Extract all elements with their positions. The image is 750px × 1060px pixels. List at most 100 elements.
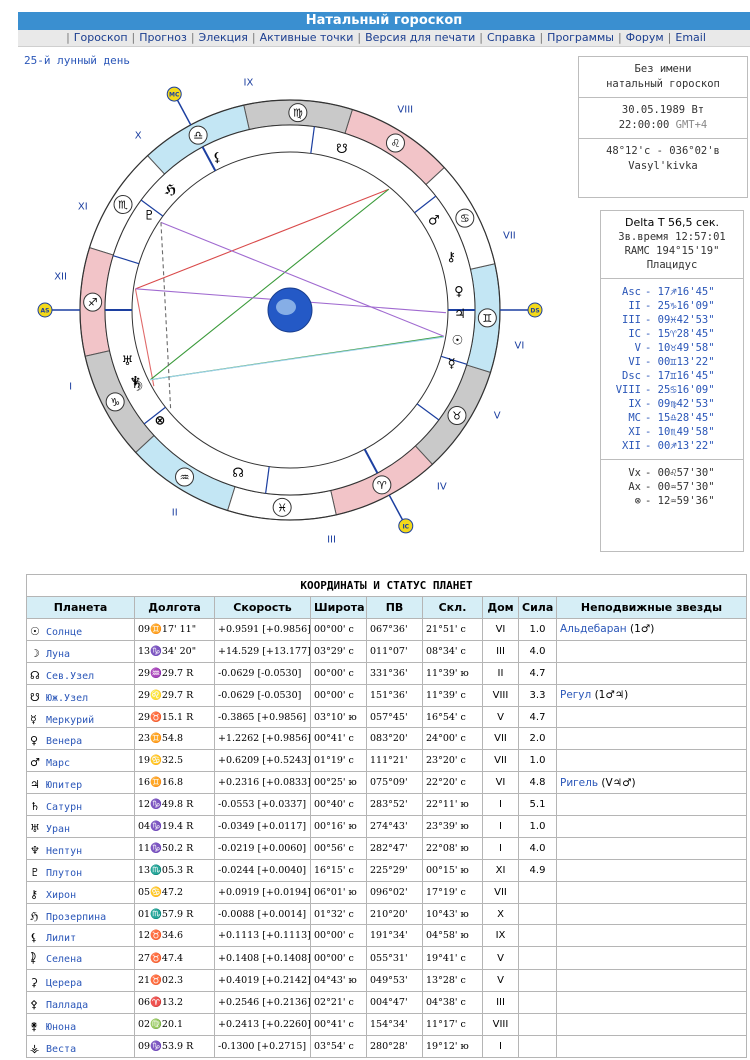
declination-cell: 13°28' с <box>422 969 483 993</box>
latitude-cell: 00°16' ю <box>310 815 367 838</box>
house-cusp-row: MC - 15♎28'45" <box>601 411 743 425</box>
zodiac-sign-glyph: ♏ <box>118 199 128 212</box>
power-cell <box>518 969 557 993</box>
planet-glyph: ☊ <box>232 466 244 481</box>
fixed-star-link[interactable]: Регул <box>560 689 591 701</box>
menu-separator: | <box>190 31 195 44</box>
right-ascension-cell: 055°31' <box>366 946 423 971</box>
menu-link-0[interactable]: Гороскоп <box>74 31 128 44</box>
timezone: GMT+4 <box>675 119 708 131</box>
fixed-star-cell <box>555 836 748 860</box>
power-cell: 2.0 <box>518 727 557 751</box>
fixed-star-cell <box>555 1035 748 1058</box>
planet-symbol-icon: ⚴ <box>30 998 39 1012</box>
fixed-star-cell <box>555 946 748 971</box>
planet-name: Лилит <box>46 933 77 945</box>
declination-cell: 24°00' с <box>422 727 483 751</box>
cusp-value: - 09♍42'53" <box>645 398 715 410</box>
menu-link-2[interactable]: Элекция <box>199 31 248 44</box>
house-cell: III <box>482 991 519 1015</box>
zodiac-sign-glyph: ♊ <box>482 312 492 325</box>
cusp-label: XI <box>628 426 641 438</box>
planet-glyph: ☋ <box>336 142 348 157</box>
house-cusp-row: VIII - 25♋16'09" <box>601 383 743 397</box>
right-ascension-cell: 049°53' <box>366 969 423 993</box>
house-cell: I <box>482 1035 519 1058</box>
cusp-label: Asc <box>622 286 641 298</box>
power-cell: 1.0 <box>518 749 557 773</box>
column-header: Долгота <box>134 596 215 619</box>
earth-land-icon <box>276 299 296 315</box>
menu-separator: | <box>539 31 544 44</box>
cusp-value: - 00♌57'30" <box>645 467 715 479</box>
angle-label: MC <box>169 92 180 99</box>
house-cell: VII <box>482 727 519 751</box>
power-cell <box>518 946 557 971</box>
planet-name: Прозерпина <box>46 911 107 923</box>
planet-symbol-icon: ⚷ <box>30 887 39 901</box>
house-cell: II <box>482 661 519 685</box>
menu-link-6[interactable]: Программы <box>547 31 614 44</box>
fixed-star-cell <box>555 924 748 948</box>
cusp-label: IX <box>628 398 641 410</box>
cusp-value: - 00♐13'22" <box>645 440 715 452</box>
natal-chart-wheel: ♈♉♊♋♌♍♎♏♐♑♒♓IIIIIIIVVVIVIIVIIIIXXXIXIIAS… <box>37 78 543 545</box>
declination-cell: 22°11' ю <box>422 793 483 817</box>
planet-symbol-icon: ♇ <box>30 865 40 879</box>
fixed-star-link[interactable]: Альдебаран <box>560 623 627 635</box>
house-cusp-row: XII - 00♐13'22" <box>601 439 743 453</box>
planet-glyph: ☉ <box>452 333 464 348</box>
menu-link-8[interactable]: Email <box>675 31 706 44</box>
power-cell: 5.1 <box>518 793 557 817</box>
menu-link-5[interactable]: Справка <box>487 31 535 44</box>
house-cusp-row: II - 25♑16'09" <box>601 299 743 313</box>
menu-link-3[interactable]: Активные точки <box>260 31 354 44</box>
menu-separator: | <box>251 31 256 44</box>
speed-cell: -0.0629 [-0.0530] <box>214 661 311 685</box>
planet-glyph: ⚸ <box>213 150 223 165</box>
latitude-cell: 00°56' с <box>310 836 367 860</box>
latitude-cell: 02°21' с <box>310 991 367 1015</box>
delta-t: Delta T 56,5 сек. <box>624 216 719 229</box>
speed-cell: +0.2546 [+0.2136] <box>214 991 311 1015</box>
speed-cell: +0.6209 [+0.5243] <box>214 749 311 773</box>
cusp-label: VI <box>628 356 641 368</box>
fixed-star-detail: (V♃♂) <box>598 776 636 789</box>
house-number-label: VIII <box>397 105 413 116</box>
fixed-star-cell <box>555 815 748 838</box>
latitude-cell: 00°41' с <box>310 727 367 751</box>
angle-label: DS <box>530 308 539 315</box>
declination-cell: 23°39' ю <box>422 815 483 838</box>
fixed-star-detail: (1♂) <box>626 623 655 636</box>
right-ascension-cell: 274°43' <box>366 815 423 838</box>
planet-symbol-icon: ♄ <box>30 800 40 814</box>
planet-glyph: ⊗ <box>155 414 166 429</box>
cusp-value: - 10♉49'58" <box>645 342 715 354</box>
cusp-value: - 10♏49'58" <box>645 426 715 438</box>
longitude-cell: 29♌29.7 R <box>134 683 215 707</box>
house-cell: VI <box>482 618 519 641</box>
fixed-star-link[interactable]: Ригель <box>560 777 598 789</box>
fixed-star-cell <box>555 705 748 729</box>
zodiac-sign-glyph: ♑ <box>110 396 120 409</box>
speed-cell: -0.0349 [+0.0117] <box>214 815 311 838</box>
angle-label: AS <box>41 308 50 315</box>
fixed-star-cell <box>555 902 748 926</box>
latitude-cell: 00°00' с <box>310 946 367 971</box>
speed-cell: -0.1300 [+0.2715] <box>214 1035 311 1058</box>
menu-link-4[interactable]: Версия для печати <box>365 31 475 44</box>
zodiac-sign-glyph: ♓ <box>277 501 287 514</box>
planet-glyph: ♃ <box>454 307 466 322</box>
angle-axis-line <box>388 494 405 522</box>
planet-glyph: ⚷ <box>446 250 456 265</box>
longitude-cell: 11♑50.2 R <box>134 836 215 860</box>
menu-link-7[interactable]: Форум <box>626 31 664 44</box>
planet-name: Марс <box>46 758 71 770</box>
menu-link-1[interactable]: Прогноз <box>139 31 187 44</box>
power-cell <box>518 991 557 1015</box>
declination-cell: 11°17' с <box>422 1013 483 1037</box>
top-menu: | Гороскоп | Прогноз | Элекция | Активные точки… <box>18 30 750 47</box>
cusp-value: - 25♑16'09" <box>645 300 715 312</box>
fixed-star-cell <box>555 1013 748 1037</box>
speed-cell: -0.0219 [+0.0060] <box>214 836 311 860</box>
